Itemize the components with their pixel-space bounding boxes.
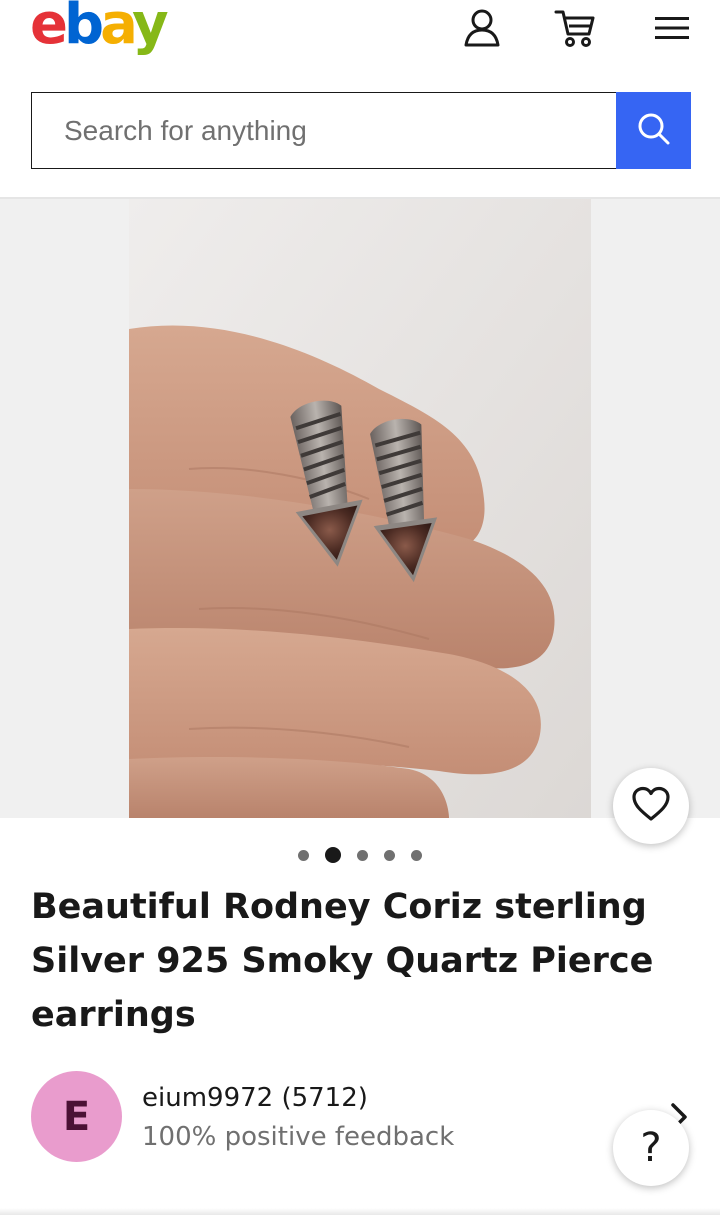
seller-avatar: E: [31, 1071, 122, 1162]
search-bar: [31, 92, 691, 169]
seller-info[interactable]: E eium9972 (5712) 100% positive feedback: [31, 1071, 691, 1163]
search-input[interactable]: [31, 92, 616, 169]
seller-name: eium9972 (5712): [142, 1083, 368, 1113]
image-gallery[interactable]: [0, 199, 720, 818]
listing-title: Beautiful Rodney Coriz sterling Silver 9…: [31, 887, 654, 1035]
pagination-dot[interactable]: [411, 849, 422, 861]
product-photo[interactable]: [129, 199, 591, 818]
ebay-logo[interactable]: ebay: [30, 0, 169, 56]
bottom-bar-shadow: [0, 1208, 720, 1215]
pagination-dot-active[interactable]: [325, 847, 341, 863]
heart-icon: [631, 786, 671, 827]
favorite-button[interactable]: [613, 768, 689, 844]
pagination-dot[interactable]: [357, 849, 368, 861]
hamburger-menu-icon[interactable]: [650, 6, 694, 50]
header: ebay: [0, 0, 720, 70]
gallery-pagination: [0, 846, 720, 864]
pagination-dot[interactable]: [384, 849, 395, 861]
help-button[interactable]: ?: [613, 1110, 689, 1186]
search-button[interactable]: [616, 92, 691, 169]
cart-icon[interactable]: [553, 6, 597, 50]
account-icon[interactable]: [459, 6, 503, 50]
search-icon: [637, 112, 671, 149]
seller-feedback: 100% positive feedback: [142, 1122, 455, 1152]
pagination-dot[interactable]: [298, 849, 309, 861]
